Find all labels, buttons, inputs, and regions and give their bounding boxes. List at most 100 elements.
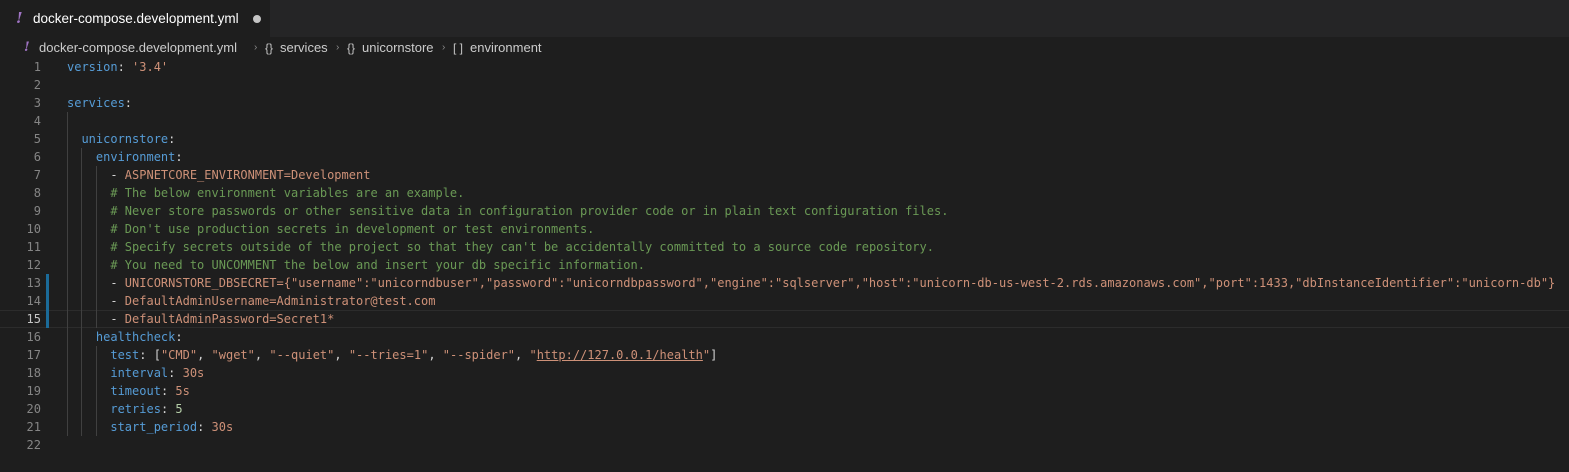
line-number: 21 xyxy=(26,420,41,434)
code-token: , xyxy=(254,348,270,362)
object-symbol-icon: {} xyxy=(347,41,356,55)
line-number: 4 xyxy=(33,114,41,128)
line-number: 6 xyxy=(33,150,41,164)
chevron-right-icon: › xyxy=(442,42,446,53)
code-token: services xyxy=(67,96,125,110)
code-token: : xyxy=(197,420,212,434)
code-line[interactable]: 3 services: xyxy=(0,94,1569,112)
code-token: ASPNETCORE_ENVIRONMENT=Development xyxy=(124,168,371,182)
code-line[interactable]: 19 timeout: 5s xyxy=(0,382,1569,400)
code-text: # The below environment variables are an… xyxy=(67,184,464,202)
code-token: , xyxy=(428,348,443,362)
chevron-right-icon: › xyxy=(254,42,258,53)
code-line[interactable]: 15 - DefaultAdminPassword=Secret1* xyxy=(0,310,1569,328)
code-line[interactable]: 11 # Specify secrets outside of the proj… xyxy=(0,238,1569,256)
code-text: # Specify secrets outside of the project… xyxy=(67,238,934,256)
code-text: interval: 30s xyxy=(67,364,204,382)
code-text: version: '3.4' xyxy=(67,58,168,76)
code-line[interactable]: 1 version: '3.4' xyxy=(0,58,1569,76)
code-line[interactable]: 22 xyxy=(0,436,1569,454)
object-symbol-icon: {} xyxy=(265,41,274,55)
code-token: # You need to UNCOMMENT the below and in… xyxy=(110,258,645,272)
code-line[interactable]: 8 # The below environment variables are … xyxy=(0,184,1569,202)
code-line[interactable]: 2 xyxy=(0,76,1569,94)
code-token: version xyxy=(67,60,118,74)
breadcrumb-item-file[interactable]: docker-compose.development.yml xyxy=(39,40,237,55)
code-text: timeout: 5s xyxy=(67,382,189,400)
git-change-marker[interactable] xyxy=(46,274,49,328)
code-text: # Never store passwords or other sensiti… xyxy=(67,202,948,220)
code-token: : xyxy=(175,330,183,344)
code-text: start_period: 30s xyxy=(67,418,233,436)
code-token: retries xyxy=(110,402,161,416)
code-line[interactable]: 16 healthcheck: xyxy=(0,328,1569,346)
code-token: " xyxy=(529,348,537,362)
code-line[interactable]: 18 interval: 30s xyxy=(0,364,1569,382)
line-number: 15 xyxy=(26,312,41,326)
line-number: 11 xyxy=(26,240,41,254)
code-token: "wget" xyxy=(211,348,255,362)
code-link[interactable]: http://127.0.0.1/health xyxy=(537,348,703,362)
code-token: start_period xyxy=(110,420,198,434)
code-token: 5 xyxy=(175,402,183,416)
code-token: timeout xyxy=(110,384,161,398)
indent-guide xyxy=(96,166,97,328)
chevron-right-icon: › xyxy=(336,42,340,53)
code-token: # The below environment variables are an… xyxy=(110,186,465,200)
line-number: 3 xyxy=(33,96,41,110)
code-text: - DefaultAdminPassword=Secret1* xyxy=(67,310,334,328)
array-symbol-icon: [ ] xyxy=(453,41,464,55)
code-token: environment xyxy=(95,150,176,164)
yaml-file-icon: ! xyxy=(24,40,30,55)
code-line[interactable]: 9 # Never store passwords or other sensi… xyxy=(0,202,1569,220)
code-text: healthcheck: xyxy=(67,328,183,346)
code-line[interactable]: 20 retries: 5 xyxy=(0,400,1569,418)
code-line[interactable]: 5 unicornstore: xyxy=(0,130,1569,148)
code-text: test: ["CMD", "wget", "--quiet", "--trie… xyxy=(67,346,717,364)
code-token: 30s xyxy=(182,366,205,380)
indent-guide xyxy=(81,148,82,436)
code-token: "--tries=1" xyxy=(348,348,429,362)
line-number: 9 xyxy=(33,204,41,218)
code-token: 30s xyxy=(211,420,234,434)
code-token: : xyxy=(160,384,176,398)
code-token: # Never store passwords or other sensiti… xyxy=(110,204,949,218)
yaml-file-icon: ! xyxy=(16,9,23,27)
unsaved-dot-icon[interactable] xyxy=(253,15,261,23)
code-line[interactable]: 10 # Don't use production secrets in dev… xyxy=(0,220,1569,238)
breadcrumb-item-services[interactable]: services xyxy=(280,40,328,55)
code-line[interactable]: 4 xyxy=(0,112,1569,130)
code-line[interactable]: 7 - ASPNETCORE_ENVIRONMENT=Development xyxy=(0,166,1569,184)
code-line[interactable]: 21 start_period: 30s xyxy=(0,418,1569,436)
code-line[interactable]: 13 - UNICORNSTORE_DBSECRET={"username":"… xyxy=(0,274,1569,292)
code-token: interval xyxy=(110,366,169,380)
tab-title: docker-compose.development.yml xyxy=(33,11,239,26)
line-number: 16 xyxy=(26,330,41,344)
code-token: "CMD" xyxy=(160,348,198,362)
line-number: 8 xyxy=(33,186,41,200)
code-text: # You need to UNCOMMENT the below and in… xyxy=(67,256,645,274)
line-number: 10 xyxy=(26,222,41,236)
code-line[interactable]: 17 test: ["CMD", "wget", "--quiet", "--t… xyxy=(0,346,1569,364)
code-token: test xyxy=(110,348,140,362)
code-line[interactable]: 14 - DefaultAdminUsername=Administrator@… xyxy=(0,292,1569,310)
breadcrumb-item-unicornstore[interactable]: unicornstore xyxy=(362,40,434,55)
code-text: # Don't use production secrets in develo… xyxy=(67,220,594,238)
tab-bar: ! docker-compose.development.yml xyxy=(0,0,1569,37)
breadcrumb-item-environment[interactable]: environment xyxy=(470,40,542,55)
code-line[interactable]: 6 environment: xyxy=(0,148,1569,166)
code-line[interactable]: 12 # You need to UNCOMMENT the below and… xyxy=(0,256,1569,274)
code-token: unicornstore xyxy=(81,132,169,146)
code-editor[interactable]: 22 21 start_period: 30s 20 retries: 5 19 ti… xyxy=(0,58,1569,472)
tab-docker-compose[interactable]: ! docker-compose.development.yml xyxy=(0,0,270,37)
code-token: '3.4' xyxy=(132,60,169,74)
line-number: 18 xyxy=(26,366,41,380)
code-token: DefaultAdminUsername=Administrator@test.… xyxy=(124,294,436,308)
code-token: : [ xyxy=(139,348,161,362)
